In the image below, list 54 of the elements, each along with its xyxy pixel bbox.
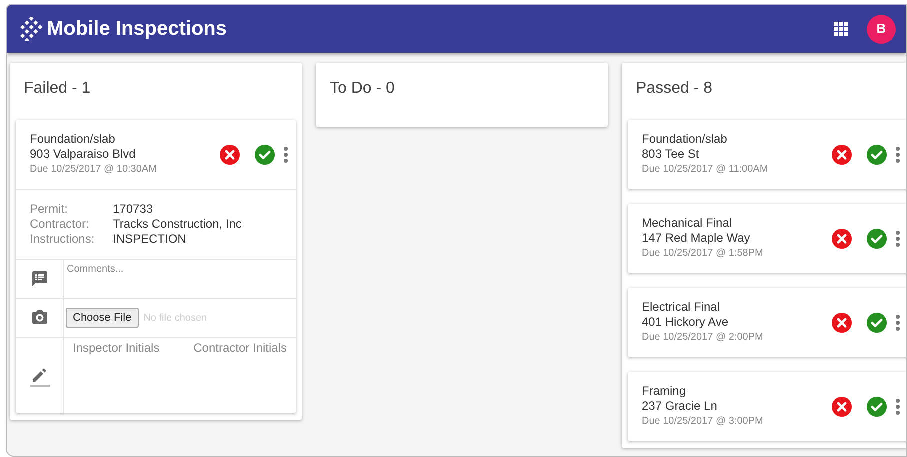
pass-icon[interactable] [867,312,887,332]
due-date: Due 10/25/2017 @ 2:00PM [642,331,764,345]
user-avatar[interactable]: B [867,14,896,44]
column-title: To Do - 0 [329,79,396,99]
pass-icon[interactable] [867,228,887,248]
apps-grid-icon[interactable] [834,22,849,36]
column-title: Passed - 8 [635,79,714,99]
due-date: Due 10/25/2017 @ 11:00AM [642,163,770,177]
fail-icon[interactable] [832,228,852,248]
inspection-address: 147 Red Maple Way [642,231,752,246]
logo-icon [18,17,44,41]
inspection-card[interactable]: Mechanical Final 147 Red Maple Way Due 10/25/2017 @ 1:58PM [628,204,906,273]
inspection-address: 803 Tee St [642,147,700,162]
inspection-address: 237 Gracie Ln [642,399,718,414]
fail-icon[interactable] [832,396,852,416]
app-title: Mobile Inspections [47,17,228,42]
inspection-type: Mechanical Final [642,216,734,231]
fail-icon[interactable] [832,312,852,332]
column-title: Failed - 1 [23,79,92,99]
inspection-card[interactable] [16,120,296,413]
due-date: Due 10/25/2017 @ 10:30AM [30,163,158,177]
inspection-card[interactable]: Framing 237 Gracie Ln Due 10/25/2017 @ 3:00PM [628,372,906,441]
fail-icon[interactable] [220,144,240,164]
comments-field[interactable]: Comments... [64,260,296,298]
inspection-type: Framing [642,384,688,399]
detail-value: 170733 [113,202,154,217]
inspection-type: Foundation/slab [642,132,728,147]
more-icon[interactable] [896,230,900,246]
more-icon[interactable] [896,398,900,414]
detail-value: Tracks Construction, Inc [113,217,242,232]
inspection-type: Foundation/slab [30,132,116,147]
inspection-card[interactable]: Electrical Final 401 Hickory Ave Due 10/25/2017 @ 2:00PM [628,288,906,357]
pass-icon[interactable] [867,396,887,416]
signature-field[interactable]: Contractor Initials [194,339,287,357]
detail-value: INSPECTION [113,232,186,247]
choose-file-button[interactable]: Choose File [66,308,139,328]
due-date: Due 10/25/2017 @ 1:58PM [642,247,764,261]
pass-icon[interactable] [867,144,887,164]
inspection-address: 903 Valparaiso Blvd [30,147,137,162]
comment-icon [30,270,48,288]
fail-icon[interactable] [832,144,852,164]
pass-icon[interactable] [255,144,275,164]
detail-label: Instructions: [30,232,96,247]
detail-label: Contractor: [30,217,90,232]
more-icon[interactable] [896,314,900,330]
detail-label: Permit: [30,202,70,217]
camera-icon [30,309,48,327]
inspection-card[interactable]: Foundation/slab 803 Tee St Due 10/25/2017 @ 11:00AM [628,120,906,189]
more-icon[interactable] [284,146,288,162]
more-icon[interactable] [896,146,900,162]
due-date: Due 10/25/2017 @ 3:00PM [642,415,764,429]
inspection-type: Electrical Final [642,300,722,315]
inspection-address: 401 Hickory Ave [642,315,730,330]
signature-field[interactable]: Inspector Initials [73,339,160,357]
